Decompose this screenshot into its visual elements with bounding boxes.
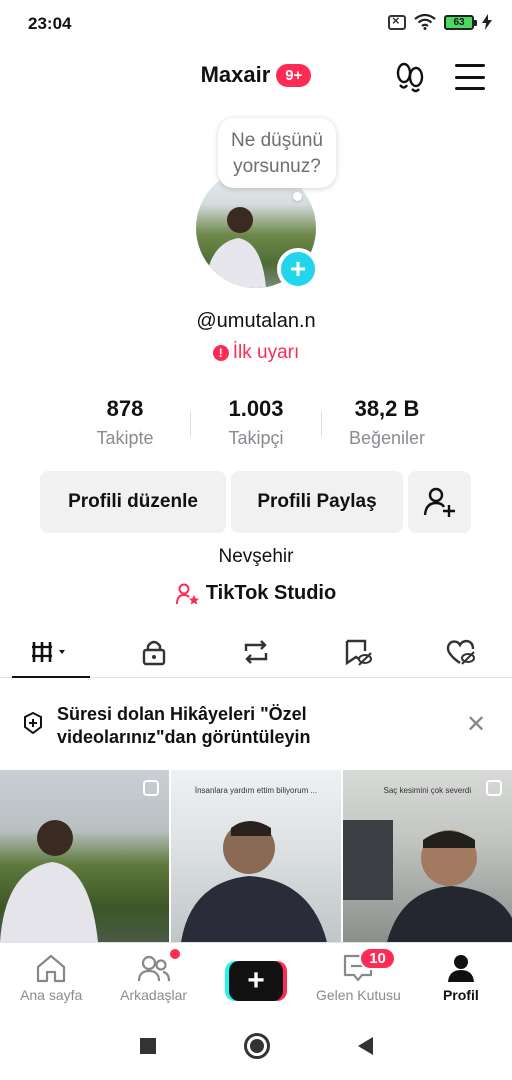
warning-text: İlk uyarı	[232, 342, 300, 363]
warning-link[interactable]: ! İlk uyarı	[0, 342, 512, 364]
grid-icon	[32, 641, 66, 662]
tiktok-studio-link[interactable]: TikTok Studio	[0, 582, 512, 605]
nav-label: Ana sayfa	[20, 987, 83, 1003]
home-icon	[37, 954, 66, 983]
stat-label: Takipte	[96, 428, 154, 448]
photo-carousel-icon	[143, 780, 160, 796]
heart-hidden-icon	[446, 639, 475, 665]
add-person-icon	[423, 487, 455, 517]
stat-followers[interactable]: 1.003 Takipçi	[191, 396, 321, 456]
stat-following[interactable]: 878 Takipte	[60, 396, 190, 456]
back-icon[interactable]	[357, 1037, 373, 1055]
bottom-navigation: Ana sayfa Arkadaşlar + 10 Gelen Kutusu P…	[0, 942, 512, 1012]
bookmark-hidden-icon	[346, 639, 373, 666]
video-thumbnail[interactable]: İnsanlara yardım ettim biliyorum ...	[171, 770, 341, 942]
tab-private[interactable]	[102, 626, 204, 677]
create-button[interactable]: +	[225, 961, 288, 1001]
tab-videos[interactable]	[0, 626, 102, 678]
thought-bubble[interactable]: Ne düşünü yorsunuz?	[218, 118, 336, 188]
battery-level: 63	[453, 16, 465, 28]
profile-icon	[447, 955, 474, 982]
studio-link-label: TikTok Studio	[205, 582, 337, 604]
battery-icon: 63	[444, 14, 477, 30]
system-navigation-bar	[0, 1012, 512, 1080]
stat-likes[interactable]: 38,2 B Beğeniler	[322, 396, 452, 456]
video-thumbnail-image	[181, 821, 328, 942]
studio-person-star-icon	[175, 583, 199, 604]
friends-notification-dot	[170, 949, 181, 959]
nav-label: Profil	[442, 987, 479, 1003]
account-notification-badge: 9+	[276, 63, 312, 87]
status-time: 23:04	[28, 14, 72, 33]
video-thumbnail-image	[342, 820, 512, 942]
profile-stats: 878 Takipte 1.003 Takipçi 38,2 B Beğenil…	[60, 396, 452, 456]
sim-off-icon	[388, 13, 406, 30]
nav-create[interactable]: +	[205, 943, 307, 1012]
add-avatar-button[interactable]: +	[277, 248, 319, 290]
nav-home[interactable]: Ana sayfa	[0, 943, 102, 1012]
expired-stories-banner[interactable]: Süresi dolan Hikâyeleri "Özel videoların…	[0, 690, 512, 760]
profile-tabs	[0, 626, 512, 678]
header-username[interactable]: Maxair	[201, 62, 271, 88]
nav-profile[interactable]: Profil	[410, 943, 512, 1012]
video-caption: İnsanlara yardım ettim biliyorum ...	[194, 786, 318, 795]
tab-reposts[interactable]	[205, 626, 307, 677]
warning-icon: !	[212, 345, 229, 361]
video-grid: İnsanlara yardım ettim biliyorum ... Saç…	[0, 770, 512, 942]
profile-handle[interactable]: @umutalan.n	[0, 310, 512, 333]
stat-label: Takipçi	[228, 428, 284, 448]
stat-value: 38,2 B	[354, 396, 420, 421]
video-thumbnail-image	[0, 820, 98, 942]
repost-icon	[244, 639, 268, 664]
charging-icon	[482, 14, 492, 30]
plus-icon: +	[229, 961, 284, 1001]
photo-carousel-icon	[485, 780, 502, 796]
thought-bubble-tail	[293, 192, 302, 201]
account-switcher[interactable]: Maxair 9+	[0, 62, 512, 88]
video-thumbnail[interactable]: Saç kesimini çok severdi	[342, 770, 512, 942]
stat-value: 878	[106, 396, 144, 421]
home-system-icon[interactable]	[243, 1033, 270, 1059]
add-friend-button[interactable]	[408, 471, 471, 533]
footprint-icon[interactable]	[393, 60, 427, 94]
inbox-badge: 10	[359, 947, 396, 970]
tab-liked[interactable]	[410, 626, 512, 677]
stat-label: Beğeniler	[348, 428, 426, 448]
status-icons: 63	[388, 13, 492, 30]
nav-label: Gelen Kutusu	[316, 987, 401, 1003]
recent-apps-icon[interactable]	[139, 1038, 156, 1054]
wifi-icon	[414, 14, 436, 30]
video-thumbnail[interactable]	[0, 770, 170, 942]
edit-profile-button[interactable]: Profili düzenle	[40, 471, 226, 533]
menu-icon[interactable]	[455, 64, 485, 90]
stat-value: 1.003	[228, 396, 284, 421]
lock-icon	[142, 640, 165, 665]
status-bar: 23:04 63	[0, 0, 512, 48]
nav-inbox[interactable]: 10 Gelen Kutusu	[307, 943, 409, 1012]
avatar-photo	[205, 207, 266, 288]
tab-saved[interactable]	[307, 626, 409, 677]
banner-text: Süresi dolan Hikâyeleri "Özel videoların…	[57, 704, 311, 747]
share-profile-button[interactable]: Profili Paylaş	[231, 471, 403, 533]
friends-icon	[137, 955, 170, 982]
nav-friends[interactable]: Arkadaşlar	[102, 943, 204, 1012]
profile-header: Maxair 9+	[0, 52, 512, 102]
nav-label: Arkadaşlar	[120, 987, 188, 1003]
story-plus-icon	[24, 712, 42, 734]
close-icon[interactable]: ✕	[466, 710, 486, 739]
profile-bio-location: Nevşehir	[218, 546, 294, 567]
